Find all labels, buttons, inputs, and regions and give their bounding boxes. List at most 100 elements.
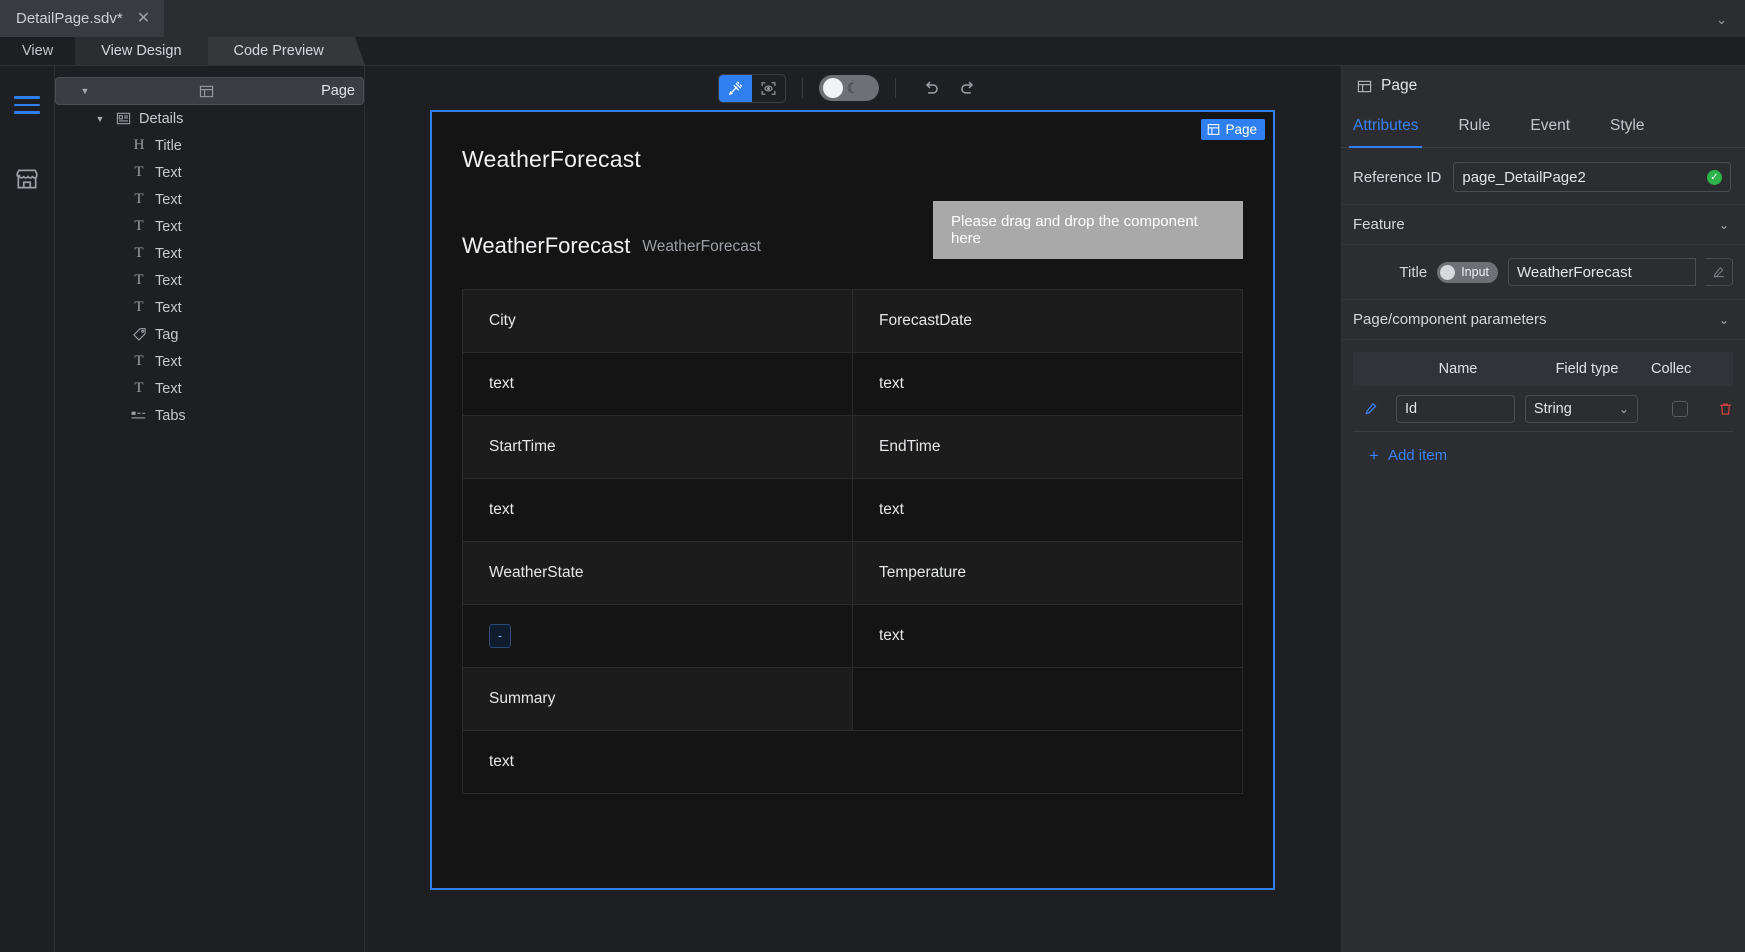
tab-rule[interactable]: Rule: [1458, 106, 1490, 147]
feature-title-value: WeatherForecast: [1517, 263, 1632, 281]
table-cell-right[interactable]: text: [853, 479, 1242, 541]
canvas-subheading-main: WeatherForecast: [462, 233, 631, 258]
toolbar-divider-2: [894, 78, 896, 98]
tree-node-text-10[interactable]: T Text: [55, 348, 364, 375]
tree-node-title-2[interactable]: H Title: [55, 132, 364, 159]
feature-section-header[interactable]: Feature ⌄: [1341, 204, 1745, 245]
store-icon[interactable]: [10, 162, 44, 196]
reference-id-input[interactable]: page_DetailPage2 ✓: [1453, 162, 1731, 192]
tab-view-design[interactable]: View Design: [75, 37, 208, 65]
table-cell-left[interactable]: -: [463, 605, 853, 667]
undo-icon[interactable]: [912, 74, 950, 102]
tab-attributes[interactable]: Attributes: [1348, 106, 1424, 148]
tree-node-label: Title: [155, 137, 182, 154]
table-cell-right[interactable]: ForecastDate: [853, 290, 1242, 352]
reference-id-row: Reference ID page_DetailPage2 ✓: [1341, 148, 1745, 204]
table-cell-left[interactable]: text: [463, 479, 853, 541]
feature-title-label: Title: [1399, 263, 1428, 281]
feature-title-input-toggle[interactable]: Input: [1437, 261, 1498, 283]
tab-attributes-label: Attributes: [1353, 117, 1419, 134]
canvas-field-table: City ForecastDate text text StartTime EndTime…: [462, 289, 1243, 794]
page-icon: [1357, 80, 1372, 92]
table-cell-left[interactable]: WeatherState: [463, 542, 853, 604]
plus-icon: +: [1369, 446, 1379, 465]
table-cell-right[interactable]: text: [853, 353, 1242, 415]
param-fieldtype-value: String: [1533, 400, 1572, 417]
redo-icon[interactable]: [950, 74, 988, 102]
mode-toggle-group: [717, 73, 786, 103]
table-cell-right[interactable]: EndTime: [853, 416, 1242, 478]
tree-node-label: Text: [155, 218, 182, 235]
table-cell-left[interactable]: text: [463, 731, 1242, 793]
tree-node-details-1[interactable]: ▼ Details: [55, 105, 364, 132]
param-collection-checkbox[interactable]: [1671, 400, 1688, 417]
file-tab-detailpage[interactable]: DetailPage.sdv* ✕: [0, 0, 165, 37]
table-cell-left[interactable]: Summary: [463, 668, 853, 730]
tab-code-preview-label: Code Preview: [233, 43, 324, 59]
view-tab-bar: View View Design Code Preview: [0, 37, 1745, 66]
close-icon[interactable]: ✕: [133, 9, 154, 29]
tree-node-tabs-12[interactable]: Tabs: [55, 402, 364, 429]
hamburger-menu-icon[interactable]: [10, 88, 44, 122]
page-icon: [195, 84, 219, 99]
feature-title-input[interactable]: WeatherForecast: [1508, 258, 1696, 286]
table-cell-left[interactable]: City: [463, 290, 853, 352]
table-cell-right[interactable]: text: [853, 605, 1242, 667]
wand-icon[interactable]: [718, 74, 752, 102]
tree-node-text-11[interactable]: T Text: [55, 375, 364, 402]
theme-toggle[interactable]: ☾: [818, 75, 879, 101]
tree-node-text-4[interactable]: T Text: [55, 186, 364, 213]
tree-node-label: Text: [155, 191, 182, 208]
tree-node-text-3[interactable]: T Text: [55, 159, 364, 186]
tree-node-page-0[interactable]: ▼ Page: [55, 77, 364, 105]
tab-view-design-label: View Design: [101, 43, 182, 59]
properties-panel-header: Page: [1341, 66, 1745, 106]
param-name-cell: Id: [1390, 394, 1521, 423]
table-cell-left[interactable]: StartTime: [463, 416, 853, 478]
eye-scan-icon[interactable]: [752, 75, 785, 102]
chevron-down-icon[interactable]: ▼: [89, 114, 111, 124]
chevron-down-icon: ⌄: [1618, 401, 1629, 416]
chevron-down-icon: ⌄: [1718, 217, 1729, 232]
table-row: text: [463, 731, 1242, 794]
properties-tabs: Attributes Rule Event Style: [1341, 106, 1745, 148]
param-name-input[interactable]: Id: [1396, 394, 1515, 423]
page-icon: [1208, 124, 1220, 135]
tab-code-preview[interactable]: Code Preview: [207, 37, 350, 65]
tree-node-text-8[interactable]: T Text: [55, 294, 364, 321]
pencil-icon[interactable]: [1353, 401, 1390, 416]
add-item-button[interactable]: + Add item: [1353, 432, 1733, 464]
tree-node-text-6[interactable]: T Text: [55, 240, 364, 267]
tree-node-tag-9[interactable]: Tag: [55, 321, 364, 348]
table-cell-right[interactable]: [853, 668, 1242, 730]
component-dropzone[interactable]: Please drag and drop the component here: [933, 201, 1243, 259]
trash-icon[interactable]: [1718, 401, 1733, 417]
tag-chip[interactable]: -: [489, 624, 511, 648]
feature-title-row: Title Input WeatherForecast: [1341, 245, 1745, 299]
params-col-name: Name: [1438, 361, 1478, 377]
table-cell-left[interactable]: text: [463, 353, 853, 415]
design-canvas[interactable]: Page WeatherForecast WeatherForecast Wea…: [430, 110, 1275, 890]
tree-node-text-5[interactable]: T Text: [55, 213, 364, 240]
chevron-down-icon[interactable]: ⌄: [1716, 12, 1727, 28]
text-icon: T: [134, 380, 144, 396]
canvas-page-badge[interactable]: Page: [1201, 119, 1265, 140]
tab-style[interactable]: Style: [1610, 106, 1644, 147]
main-area: ▼ Page ▼ Details H Title T Text T Text T Text T Text T…: [0, 66, 1745, 952]
text-icon: T: [134, 218, 144, 234]
params-section-header[interactable]: Page/component parameters ⌄: [1341, 299, 1745, 340]
toolbar-divider-1: [801, 78, 803, 98]
canvas-toolbar: ☾: [365, 66, 1340, 110]
component-tree[interactable]: ▼ Page ▼ Details H Title T Text T Text T Text T Text T…: [55, 66, 365, 952]
param-fieldtype-select[interactable]: String ⌄: [1524, 394, 1638, 423]
chevron-down-icon[interactable]: ▼: [74, 86, 96, 96]
table-row: StartTime EndTime: [463, 416, 1242, 479]
tree-node-label: Text: [155, 353, 182, 370]
pencil-icon[interactable]: [1706, 258, 1733, 286]
params-col-fieldtype: Field type: [1555, 361, 1619, 377]
tab-rule-label: Rule: [1458, 117, 1491, 134]
tab-event[interactable]: Event: [1530, 106, 1570, 147]
table-cell-right[interactable]: Temperature: [853, 542, 1242, 604]
tree-node-text-7[interactable]: T Text: [55, 267, 364, 294]
add-item-label: Add item: [1387, 447, 1448, 464]
